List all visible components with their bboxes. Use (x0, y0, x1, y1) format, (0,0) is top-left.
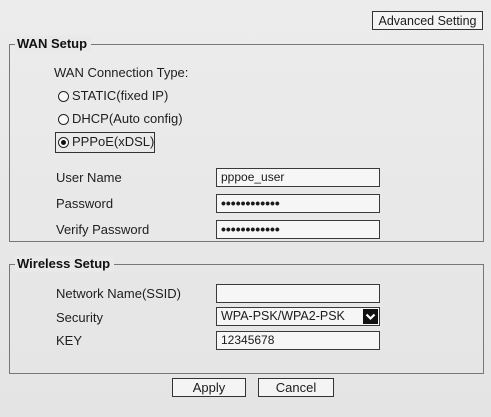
cancel-button[interactable]: Cancel (258, 378, 334, 397)
radio-static[interactable]: STATIC(fixed IP) (58, 88, 168, 104)
security-label: Security (56, 310, 103, 325)
radio-dhcp-label: DHCP(Auto config) (72, 111, 183, 126)
user-name-label: User Name (56, 170, 122, 185)
radio-pppoe-button[interactable] (58, 136, 69, 148)
wan-setup-legend: WAN Setup (15, 36, 92, 52)
verify-password-label: Verify Password (56, 222, 150, 237)
apply-button[interactable]: Apply (172, 378, 246, 397)
radio-dhcp[interactable]: DHCP(Auto config) (58, 111, 183, 127)
router-settings-page: Advanced Setting WAN Setup WAN Connectio… (0, 0, 491, 417)
wireless-setup-legend: Wireless Setup (15, 256, 115, 272)
radio-static-button[interactable] (58, 90, 69, 102)
verify-password-input[interactable]: •••••••••••• (216, 220, 380, 239)
ssid-label: Network Name(SSID) (56, 286, 181, 301)
security-select-value: WPA-PSK/WPA2-PSK (221, 309, 345, 323)
security-select[interactable]: WPA-PSK/WPA2-PSK (216, 307, 380, 326)
advanced-setting-button[interactable]: Advanced Setting (372, 11, 483, 30)
password-label: Password (56, 196, 114, 211)
radio-pppoe[interactable]: PPPoE(xDSL) (58, 134, 154, 150)
user-name-input[interactable]: pppoe_user (216, 168, 380, 187)
chevron-down-icon[interactable] (363, 309, 378, 324)
wan-connection-type-label: WAN Connection Type: (54, 65, 189, 80)
ssid-input[interactable] (216, 284, 380, 303)
radio-pppoe-label: PPPoE(xDSL) (72, 134, 155, 149)
key-input[interactable]: 12345678 (216, 331, 380, 350)
radio-dhcp-button[interactable] (58, 113, 69, 125)
radio-static-label: STATIC(fixed IP) (72, 88, 169, 103)
password-input[interactable]: •••••••••••• (216, 194, 380, 213)
key-label: KEY (56, 333, 83, 348)
